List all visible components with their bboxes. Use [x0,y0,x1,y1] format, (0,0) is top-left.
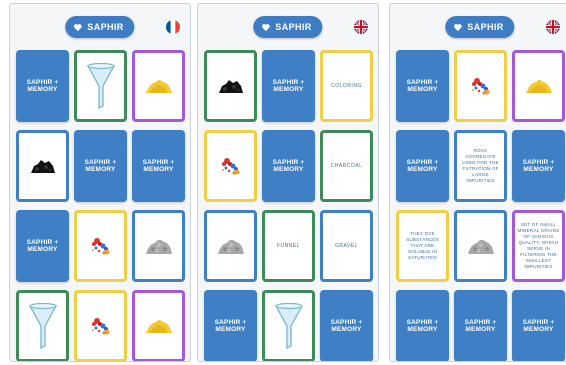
app-title: SAPHIR [467,22,504,32]
card-word-label: CHARCOAL [330,163,363,169]
card-back-label: SAPHIR + MEMORY [522,159,555,173]
gravel-icon [466,236,496,256]
colored-particles-icon [86,313,116,339]
french-flag-icon[interactable] [166,20,180,34]
card-face-down[interactable]: SAPHIR + MEMORY [454,290,507,361]
card-image[interactable] [204,130,257,202]
diamond-heart-icon [261,23,270,32]
uk-flag-icon[interactable] [354,20,368,34]
app-title: SAPHIR [87,22,124,32]
card-image[interactable] [454,210,507,282]
card-face-down[interactable]: SAPHIR + MEMORY [396,50,449,122]
card-back-label: SAPHIR + MEMORY [406,319,439,333]
header: SAPHIR [390,4,566,48]
card-description-text: ROCK AGGREGATE USED FOR THE FILTRATION O… [462,148,499,183]
card-back-label: SAPHIR + MEMORY [26,239,59,253]
colored-particles-icon [466,73,496,99]
card-back-label: SAPHIR + MEMORY [26,79,59,93]
card-word[interactable]: GRAVEL [320,210,373,282]
card-face-down[interactable]: SAPHIR + MEMORY [16,50,69,122]
card-face-down[interactable]: SAPHIR + MEMORY [512,130,565,202]
card-face-down[interactable]: SAPHIR + MEMORY [132,130,185,202]
card-back-label: SAPHIR + MEMORY [272,79,305,93]
card-word-label: GRAVEL [335,243,358,249]
card-back-label: SAPHIR + MEMORY [272,159,305,173]
card-face-down[interactable]: SAPHIR + MEMORY [16,210,69,282]
card-description-text: SET OF SMALL MINERAL GRAINS OF VARIOUS Q… [517,222,560,269]
card-image[interactable] [204,210,257,282]
card-image[interactable] [132,50,185,122]
game-screen: SAPHIR SAPHIR + MEMORY SAPHIR + MEMORY ROCK… [389,3,566,362]
colored-particles-icon [216,153,246,179]
header: SAPHIR [198,4,378,48]
uk-flag-icon[interactable] [546,20,560,34]
card-word-label: COLORING [331,83,362,89]
card-description[interactable]: ROCK AGGREGATE USED FOR THE FILTRATION O… [454,130,507,202]
card-back-label: SAPHIR + MEMORY [142,159,175,173]
card-word[interactable]: COLORING [320,50,373,122]
sand-pile-icon [524,77,554,95]
colored-particles-icon [86,233,116,259]
card-image[interactable] [512,50,565,122]
sand-pile-icon [144,317,174,335]
charcoal-icon [216,77,246,95]
card-image[interactable] [16,130,69,202]
card-face-down[interactable]: SAPHIR + MEMORY [262,50,315,122]
card-grid: SAPHIR + MEMORY SAPHIR + MEMORY SAPHIR + M… [16,50,185,361]
card-face-down[interactable]: SAPHIR + MEMORY [396,130,449,202]
card-face-down[interactable]: SAPHIR + MEMORY [74,130,127,202]
card-grid: SAPHIR + MEMORY COLORING SAPHIR + MEMORY CH… [204,50,373,361]
app-title: SAPHIR [275,22,312,32]
diamond-heart-icon [453,23,462,32]
app-title-button[interactable]: SAPHIR [253,16,323,38]
card-image[interactable] [74,290,127,361]
card-back-label: SAPHIR + MEMORY [406,159,439,173]
card-image[interactable] [132,290,185,361]
card-face-down[interactable]: SAPHIR + MEMORY [204,290,257,361]
app-title-button[interactable]: SAPHIR [445,16,515,38]
funnel-icon [274,302,304,350]
card-back-label: SAPHIR + MEMORY [406,79,439,93]
card-back-label: SAPHIR + MEMORY [522,319,555,333]
card-image[interactable] [16,290,69,361]
game-screen: SAPHIR SAPHIR + MEMORY SAPHIR + MEMORY SAPH… [9,3,191,362]
card-back-label: SAPHIR + MEMORY [330,319,363,333]
card-image[interactable] [74,50,127,122]
card-word-label: FUNNEL [276,243,300,249]
card-grid: SAPHIR + MEMORY SAPHIR + MEMORY ROCK AGGRE… [396,50,565,361]
card-description-text: THEY DYE SUBSTANCES THAT ARE SOLUBLE IN … [406,231,439,260]
card-description[interactable]: THEY DYE SUBSTANCES THAT ARE SOLUBLE IN … [396,210,449,282]
header: SAPHIR [10,4,190,48]
funnel-icon [86,62,116,110]
diamond-heart-icon [73,23,82,32]
card-face-down[interactable]: SAPHIR + MEMORY [396,290,449,361]
charcoal-icon [28,157,58,175]
card-image[interactable] [454,50,507,122]
funnel-icon [28,302,58,350]
sand-pile-icon [144,77,174,95]
card-back-label: SAPHIR + MEMORY [214,319,247,333]
card-face-down[interactable]: SAPHIR + MEMORY [262,130,315,202]
card-image[interactable] [262,290,315,361]
card-back-label: SAPHIR + MEMORY [464,319,497,333]
card-word[interactable]: CHARCOAL [320,130,373,202]
card-image[interactable] [204,50,257,122]
card-face-down[interactable]: SAPHIR + MEMORY [320,290,373,361]
gravel-icon [216,236,246,256]
card-face-down[interactable]: SAPHIR + MEMORY [512,290,565,361]
game-screen: SAPHIR SAPHIR + MEMORY COLORING SAPHIR + ME… [197,3,379,362]
card-image[interactable] [132,210,185,282]
card-description[interactable]: SET OF SMALL MINERAL GRAINS OF VARIOUS Q… [512,210,565,282]
card-back-label: SAPHIR + MEMORY [84,159,117,173]
card-word[interactable]: FUNNEL [262,210,315,282]
app-title-button[interactable]: SAPHIR [65,16,135,38]
card-image[interactable] [74,210,127,282]
gravel-icon [144,236,174,256]
